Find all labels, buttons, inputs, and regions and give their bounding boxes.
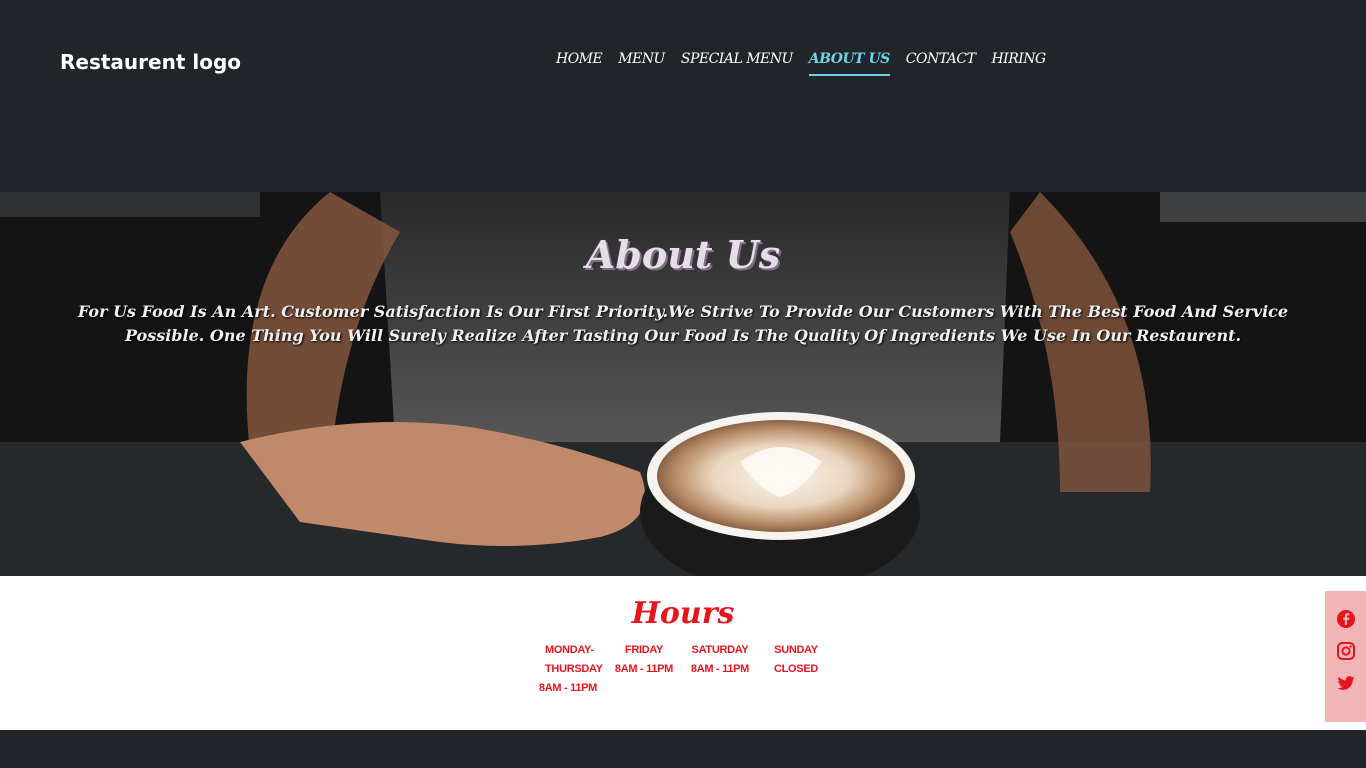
restaurant-logo[interactable]: Restaurent logo xyxy=(60,50,241,74)
hours-mon-thu: MONDAY-THURSDAY 8AM - 11PM xyxy=(530,641,606,698)
nav-link-contact[interactable]: CONTACT xyxy=(906,50,976,76)
nav-link-special-menu[interactable]: SPECIAL MENU xyxy=(681,50,793,76)
twitter-icon[interactable] xyxy=(1336,673,1356,693)
hours-time: 8AM - 11PM xyxy=(538,682,598,694)
facebook-icon[interactable] xyxy=(1336,609,1356,629)
hours-saturday: SATURDAY 8AM - 11PM xyxy=(682,641,758,698)
footer xyxy=(0,730,1366,768)
about-us-text: For Us Food Is An Art. Customer Satisfac… xyxy=(77,302,1289,345)
social-links xyxy=(1325,591,1366,722)
hours-grid: MONDAY-THURSDAY 8AM - 11PM FRIDAY 8AM - … xyxy=(530,641,834,698)
nav-link-home[interactable]: HOME xyxy=(556,50,603,76)
hours-time: 8AM - 11PM xyxy=(614,663,674,675)
hours-time: CLOSED xyxy=(773,663,819,675)
hours-days: FRIDAY xyxy=(624,644,664,656)
about-us-heading: About Us xyxy=(585,232,781,277)
nav-link-menu[interactable]: MENU xyxy=(618,50,665,76)
hours-time: 8AM - 11PM xyxy=(690,663,750,675)
hours-days: SATURDAY xyxy=(691,644,749,656)
main-nav: HOME MENU SPECIAL MENU ABOUT US CONTACT … xyxy=(556,50,1046,76)
nav-link-about-us[interactable]: ABOUT US xyxy=(808,50,890,76)
hours-days: SUNDAY xyxy=(774,644,818,656)
about-hero: About Us For Us Food Is An Art. Customer… xyxy=(0,192,1366,576)
instagram-icon[interactable] xyxy=(1336,641,1356,661)
hours-friday: FRIDAY 8AM - 11PM xyxy=(606,641,682,698)
hours-heading: Hours xyxy=(631,596,735,631)
nav-link-hiring[interactable]: HIRING xyxy=(991,50,1046,76)
hours-days: MONDAY-THURSDAY xyxy=(545,644,603,675)
hours-sunday: SUNDAY CLOSED xyxy=(758,641,834,698)
hours-section: Hours MONDAY-THURSDAY 8AM - 11PM FRIDAY … xyxy=(0,576,1366,730)
navbar: Restaurent logo HOME MENU SPECIAL MENU A… xyxy=(0,0,1366,192)
